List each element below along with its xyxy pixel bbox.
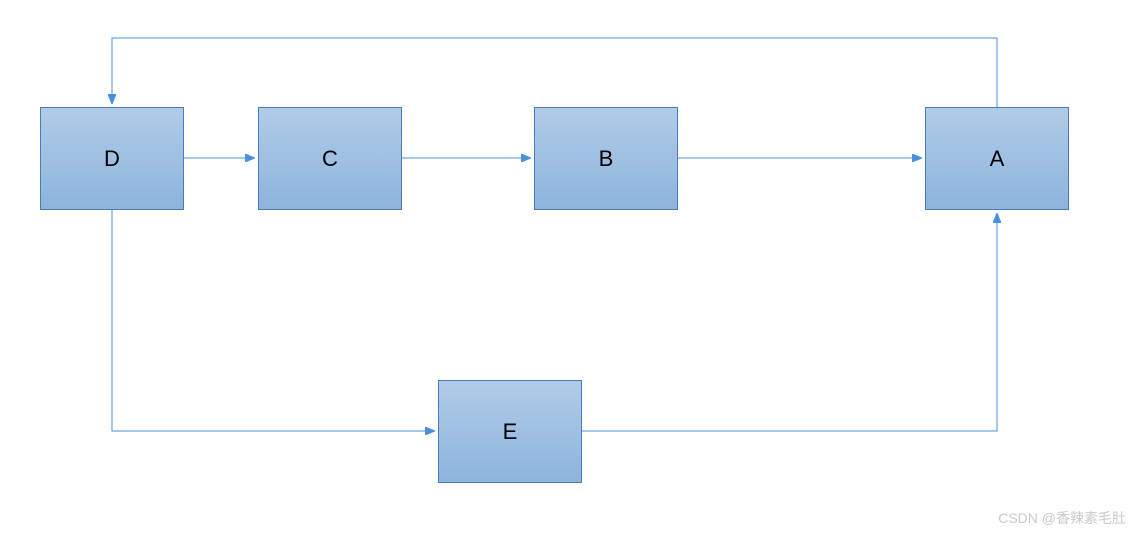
node-d-label: D xyxy=(104,146,120,172)
edge-e-to-a xyxy=(582,214,997,431)
node-e-label: E xyxy=(503,419,518,445)
watermark: CSDN @香辣素毛肚 xyxy=(998,508,1126,528)
node-b: B xyxy=(534,107,678,210)
node-a: A xyxy=(925,107,1069,210)
node-a-label: A xyxy=(990,146,1005,172)
node-c-label: C xyxy=(322,146,338,172)
node-e: E xyxy=(438,380,582,483)
edge-a-to-d xyxy=(112,38,997,107)
node-d: D xyxy=(40,107,184,210)
edge-d-to-e xyxy=(112,210,434,431)
node-b-label: B xyxy=(599,146,614,172)
node-c: C xyxy=(258,107,402,210)
